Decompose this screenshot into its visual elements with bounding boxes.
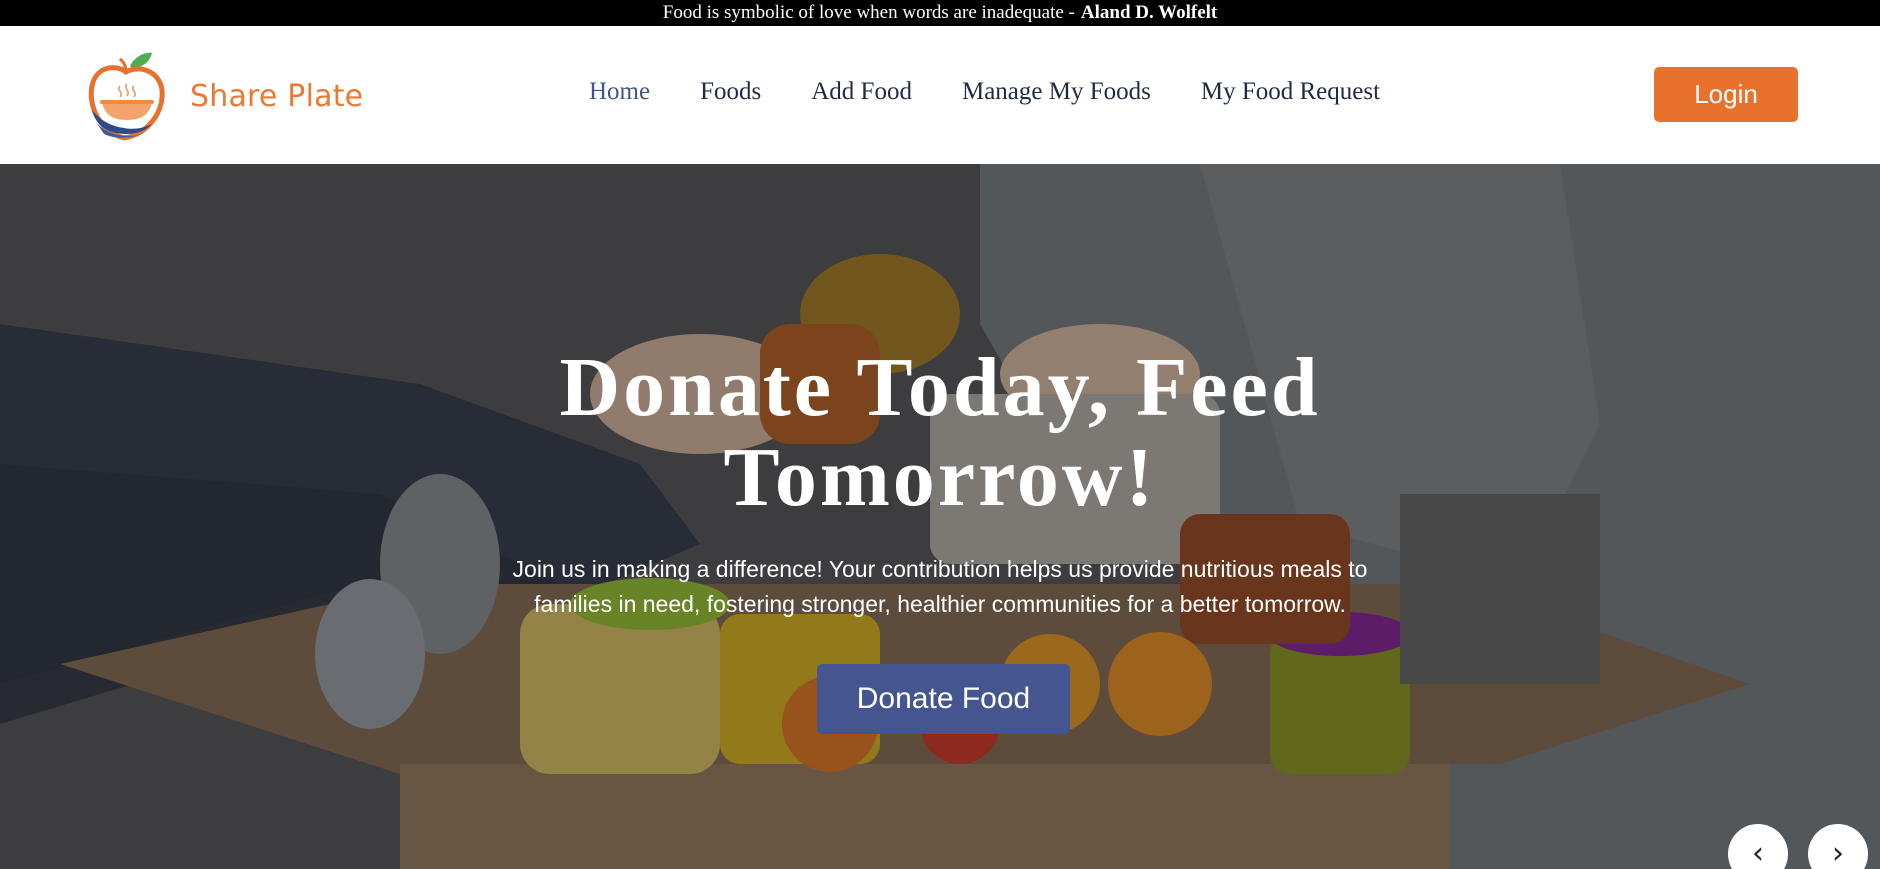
- nav-my-food-request[interactable]: My Food Request: [1201, 78, 1380, 106]
- login-button[interactable]: Login: [1654, 67, 1798, 122]
- apple-bowl-hand-logo-icon: [88, 52, 165, 141]
- brand-name: Share Plate: [190, 78, 364, 114]
- chevron-left-icon: ‹: [1752, 836, 1764, 869]
- nav-home[interactable]: Home: [589, 78, 650, 106]
- nav-foods[interactable]: Foods: [700, 78, 761, 106]
- hero-banner: Donate Today, Feed Tomorrow! Join us in …: [0, 164, 1880, 869]
- quote-text: Food is symbolic of love when words are …: [662, 2, 1075, 23]
- nav-manage-my-foods[interactable]: Manage My Foods: [962, 78, 1151, 106]
- nav-add-food[interactable]: Add Food: [811, 78, 912, 106]
- quote-author: Aland D. Wolfelt: [1080, 2, 1218, 23]
- chevron-right-icon: ›: [1832, 836, 1844, 869]
- hero-title: Donate Today, Feed Tomorrow!: [559, 341, 1321, 524]
- main-nav: Home Foods Add Food Manage My Foods My F…: [589, 78, 1380, 106]
- brand-logo[interactable]: Share Plate: [86, 50, 363, 142]
- donate-food-button[interactable]: Donate Food: [817, 664, 1070, 734]
- quote-banner: Food is symbolic of love when words are …: [0, 0, 1880, 26]
- navbar: Share Plate Home Foods Add Food Manage M…: [0, 26, 1880, 164]
- hero-description: Join us in making a difference! Your con…: [512, 556, 1368, 617]
